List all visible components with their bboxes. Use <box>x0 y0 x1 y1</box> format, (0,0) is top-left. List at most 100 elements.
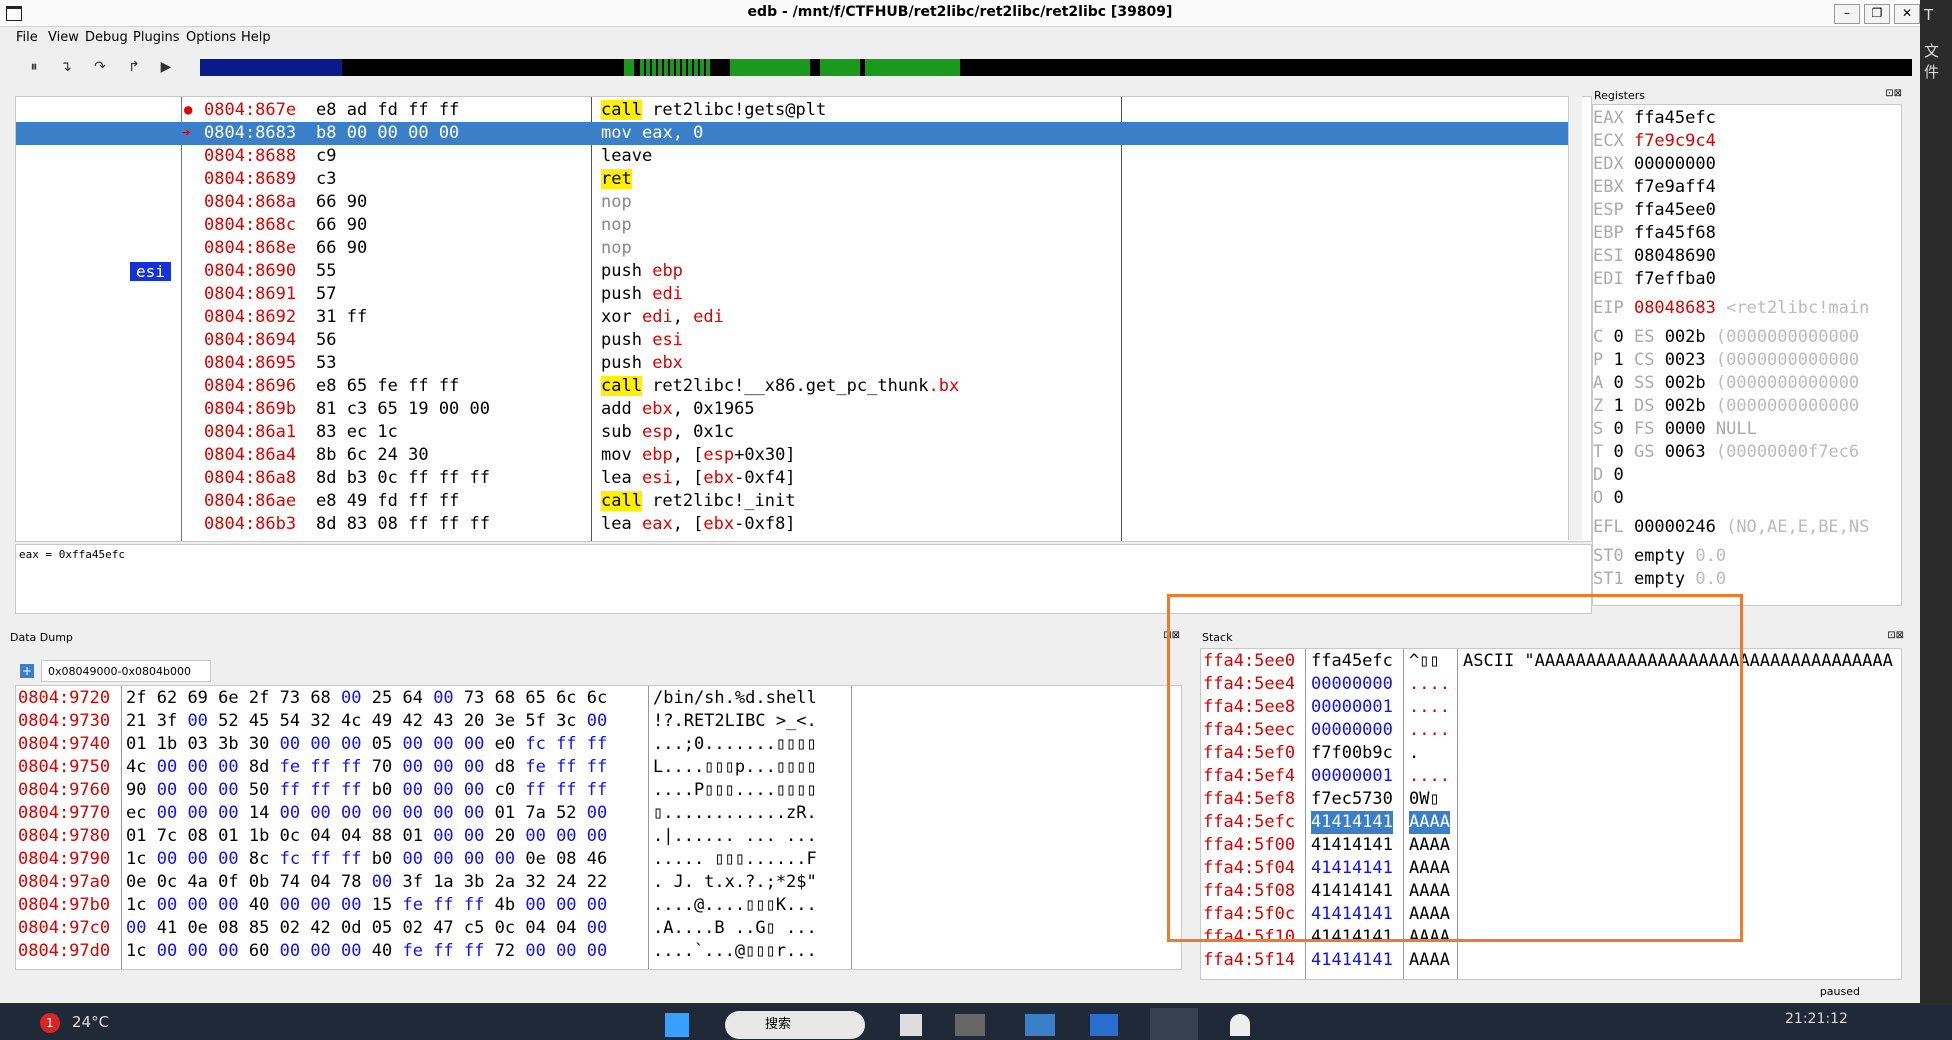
register-row[interactable]: EIP 08048683 <ret2libc!main <box>1593 297 1869 320</box>
instruction-text: push edi <box>601 284 683 304</box>
disasm-row[interactable]: ● 0804:867e e8 ad fd ff ff call ret2libc!ge… <box>16 99 1576 122</box>
disasm-row[interactable]: 0804:86b3 8d 83 08 ff ff ff lea eax, [ebx-… <box>16 513 1576 536</box>
register-row[interactable]: ST0 empty 0.0 <box>1593 545 1726 568</box>
dump-ascii: !?.RET2LIBC >_<. <box>653 711 817 731</box>
disassembly-view[interactable]: ● 0804:867e e8 ad fd ff ff call ret2libc!ge… <box>15 96 1592 542</box>
register-row[interactable]: EBX f7e9aff4 <box>1593 176 1716 199</box>
menu-plugins[interactable]: Plugins <box>133 30 180 45</box>
disasm-row[interactable]: 0804:86ae e8 49 fd ff ff call ret2libc!_in… <box>16 490 1576 513</box>
register-name: EFL <box>1593 517 1634 537</box>
register-row[interactable]: D 0 <box>1593 464 1624 487</box>
disasm-row[interactable]: 0804:8691 57 push edi <box>16 283 1576 306</box>
dump-address: 0804:9760 <box>18 780 111 800</box>
register-row[interactable]: ECX f7e9c9c4 <box>1593 130 1716 153</box>
disasm-row[interactable]: 0804:8688 c9 leave <box>16 145 1576 168</box>
menu-view[interactable]: View <box>48 30 79 45</box>
data-dump-view[interactable]: 0804:9720 2f 62 69 6e 2f 73 68 00 25 64 0… <box>15 685 1182 970</box>
search-box[interactable]: 搜索 <box>725 1011 865 1039</box>
start-icon[interactable] <box>665 1013 689 1037</box>
menu-options[interactable]: Options <box>186 30 236 45</box>
notification-badge[interactable]: 1 <box>40 1013 60 1033</box>
register-row[interactable]: T 0 GS 0063 (00000000f7ec6 <box>1593 441 1859 464</box>
disasm-row[interactable]: ➔ 0804:8683 b8 00 00 00 00 mov eax, 0 <box>16 122 1576 145</box>
disasm-row[interactable]: 0804:869b 81 c3 65 19 00 00 add ebx, 0x196… <box>16 398 1576 421</box>
register-row[interactable]: EDI f7effba0 <box>1593 268 1716 291</box>
menu-help[interactable]: Help <box>241 30 271 45</box>
register-row[interactable]: ST1 empty 0.0 <box>1593 568 1726 591</box>
toolbar: ⏸ ↴ ↷ ↱ ▶ <box>0 51 1920 81</box>
instruction-address: 0804:8691 <box>204 284 297 304</box>
disasm-row[interactable]: 0804:86a1 83 ec 1c sub esp, 0x1c <box>16 421 1576 444</box>
run-icon[interactable]: ▶ <box>156 57 176 77</box>
taskbar-app-icon[interactable] <box>1090 1014 1118 1036</box>
disasm-row[interactable]: 0804:86a8 8d b3 0c ff ff ff lea esi, [ebx-… <box>16 467 1576 490</box>
register-comment: 0.0 <box>1695 546 1727 566</box>
flag-value: 0 <box>1613 327 1634 347</box>
disasm-row[interactable]: 0804:8695 53 push ebx <box>16 352 1576 375</box>
register-value: f7effba0 <box>1633 269 1716 289</box>
step-into-icon[interactable]: ↴ <box>56 57 76 77</box>
step-over-icon[interactable]: ↷ <box>90 57 110 77</box>
disasm-row[interactable]: esi 0804:8690 55 push ebp <box>16 260 1576 283</box>
register-row[interactable]: EDX 00000000 <box>1593 153 1716 176</box>
instruction-address: 0804:867e <box>204 100 297 120</box>
taskbar-app-active[interactable] <box>1150 1008 1198 1040</box>
instruction-text: nop <box>601 191 632 214</box>
register-row[interactable]: A 0 SS 002b (0000000000000 <box>1593 372 1859 395</box>
instruction-address: 0804:8696 <box>204 376 297 396</box>
instruction-bytes: 8d b3 0c ff ff ff <box>316 468 490 488</box>
disasm-row[interactable]: 0804:8696 e8 65 fe ff ff call ret2libc!__x… <box>16 375 1576 398</box>
breakpoint-icon[interactable]: ● <box>184 99 192 122</box>
register-row[interactable]: EAX ffa45efc <box>1593 107 1716 130</box>
register-row[interactable]: C 0 ES 002b (0000000000000 <box>1593 326 1859 349</box>
dump-ascii: .A....B ..G▯ ... <box>653 918 817 938</box>
instruction-address: 0804:868c <box>204 215 297 235</box>
mnemonic: mov <box>601 445 632 465</box>
register-row[interactable]: EFL 00000246 (NO,AE,E,BE,NS <box>1593 516 1869 539</box>
taskbar-app-icon[interactable] <box>955 1014 985 1036</box>
register-row[interactable]: ESP ffa45ee0 <box>1593 199 1716 222</box>
close-button[interactable]: ✕ <box>1894 4 1920 24</box>
disasm-row[interactable]: 0804:868e 66 90 nop <box>16 237 1576 260</box>
register-row[interactable]: O 0 <box>1593 487 1624 510</box>
menu-file[interactable]: File <box>16 30 38 45</box>
register-row[interactable]: P 1 CS 0023 (0000000000000 <box>1593 349 1859 372</box>
tab-memory-region[interactable]: 0x08049000-0x0804b000 <box>41 660 211 682</box>
step-out-icon[interactable]: ↱ <box>124 57 144 77</box>
region-segment <box>820 59 860 76</box>
dump-ascii: ...;0.......▯▯▯▯ <box>653 734 817 754</box>
disasm-scrollbar[interactable] <box>1568 96 1582 540</box>
mnemonic: add <box>601 399 632 419</box>
register-value: empty <box>1633 546 1696 566</box>
register-row[interactable]: EBP ffa45f68 <box>1593 222 1716 245</box>
instruction-text: push esi <box>601 330 683 350</box>
taskbar-app-icon[interactable] <box>1025 1014 1055 1036</box>
panel-close-icon[interactable]: ⊡⊠ <box>1887 630 1904 641</box>
dump-ascii: .|...... ... ... <box>653 826 817 846</box>
register-list[interactable]: EAX ffa45efc ECX f7e9c9c4 EDX 00000000 EBX … <box>1592 104 1902 606</box>
instruction-bytes: 66 90 <box>316 215 368 235</box>
disasm-row[interactable]: 0804:868a 66 90 nop <box>16 191 1576 214</box>
disasm-row[interactable]: 0804:8692 31 ff xor edi, edi <box>16 306 1576 329</box>
instruction-address: 0804:8688 <box>204 146 297 166</box>
disasm-row[interactable]: 0804:8694 56 push esi <box>16 329 1576 352</box>
menu-debug[interactable]: Debug <box>85 30 128 45</box>
minimize-button[interactable]: – <box>1834 4 1860 24</box>
register-row[interactable]: ESI 08048690 <box>1593 245 1716 268</box>
pause-icon[interactable]: ⏸ <box>24 57 44 77</box>
taskbar-app-icon[interactable] <box>900 1014 922 1036</box>
disasm-row[interactable]: 0804:868c 66 90 nop <box>16 214 1576 237</box>
disasm-row[interactable]: 0804:8689 c3 ret <box>16 168 1576 191</box>
instruction-bytes: 8d 83 08 ff ff ff <box>316 514 490 534</box>
flag-name: T <box>1593 442 1614 462</box>
register-row[interactable]: S 0 FS 0000 NULL <box>1593 418 1757 441</box>
maximize-button[interactable]: ❐ <box>1864 4 1890 24</box>
disasm-row[interactable]: 0804:86a4 8b 6c 24 30 mov ebp, [esp+0x30] <box>16 444 1576 467</box>
register-row[interactable]: Z 1 DS 002b (0000000000000 <box>1593 395 1859 418</box>
panel-close-icon[interactable]: ⊡⊠ <box>1885 88 1902 99</box>
add-tab-icon[interactable]: + <box>20 664 34 678</box>
segment-comment: (0000000000000 <box>1715 327 1860 347</box>
instruction-address: 0804:8692 <box>204 307 297 327</box>
instruction-text: lea esi, [ebx-0xf4] <box>601 468 796 488</box>
tux-icon[interactable] <box>1230 1014 1250 1036</box>
